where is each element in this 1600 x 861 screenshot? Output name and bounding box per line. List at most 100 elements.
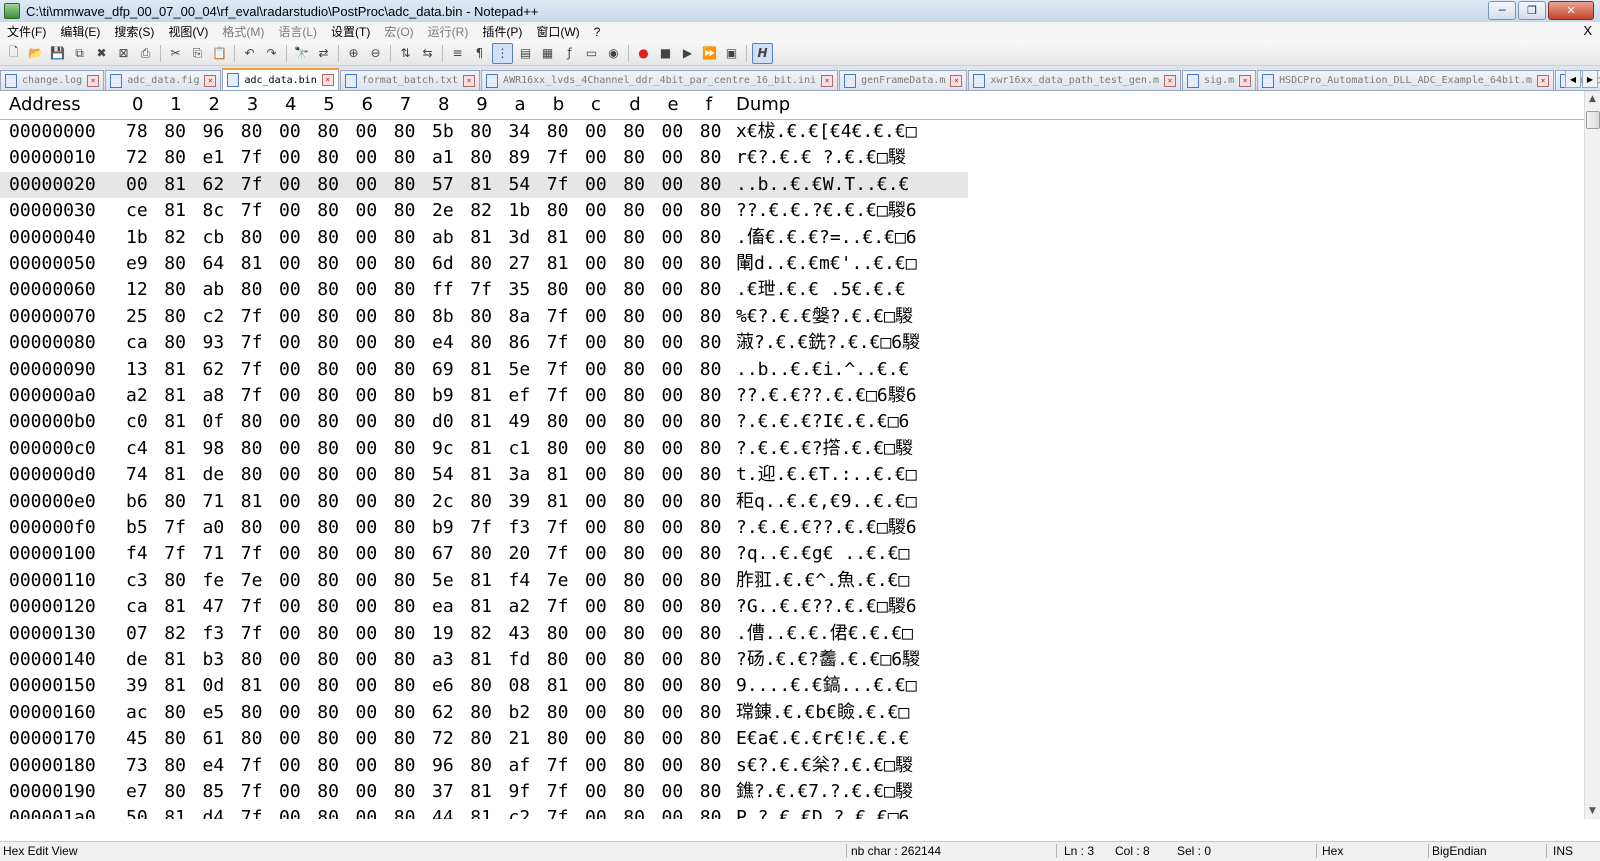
hex-byte[interactable]: 80 (547, 647, 569, 673)
tab-close-icon[interactable]: × (1239, 74, 1252, 87)
hex-byte[interactable]: 80 (241, 409, 263, 435)
hex-byte[interactable]: 80 (394, 383, 416, 409)
hex-byte[interactable]: 00 (279, 436, 301, 462)
ascii-dump[interactable]: .€玴.€.€ .5€.€.€ (736, 277, 948, 303)
hex-byte[interactable]: 80 (547, 726, 569, 752)
hex-byte[interactable]: 50 (126, 805, 148, 819)
indent-guide-icon[interactable]: ⋮ (492, 42, 513, 64)
hex-row[interactable]: 00000060 12 80 ab 80 00 80 00 80 ff 7f 35 80 00 80 00 80… (0, 277, 968, 303)
ascii-dump[interactable]: .傗€.€.€?=..€.€□6 (736, 225, 948, 251)
hex-byte[interactable]: 80 (470, 304, 492, 330)
hex-byte[interactable]: 00 (126, 172, 148, 198)
hex-byte[interactable]: 7f (547, 330, 569, 356)
hex-byte[interactable]: 80 (623, 119, 645, 145)
hex-byte[interactable]: 00 (662, 462, 684, 488)
hex-byte[interactable]: 81 (164, 673, 186, 699)
sync-vertical-icon[interactable]: ⇅ (396, 44, 415, 63)
hex-byte[interactable]: 00 (279, 119, 301, 145)
minimize-button[interactable]: ─ (1488, 1, 1516, 20)
hex-byte[interactable]: 00 (585, 436, 607, 462)
hex-byte[interactable]: 00 (279, 515, 301, 541)
hex-byte[interactable]: 7f (241, 172, 263, 198)
hex-byte[interactable]: 7f (241, 594, 263, 620)
hex-row[interactable]: 00000010 72 80 e1 7f 00 80 00 80 a1 80 89 7f 00 80 00 80… (0, 145, 968, 171)
hex-byte[interactable]: 80 (700, 251, 722, 277)
hex-byte[interactable]: 00 (356, 568, 378, 594)
hex-byte[interactable]: 80 (394, 304, 416, 330)
hex-byte[interactable]: 80 (317, 304, 339, 330)
document-tab[interactable]: sig.m × (1182, 70, 1257, 90)
hex-byte[interactable]: 82 (164, 621, 186, 647)
hex-byte[interactable]: 3a (509, 462, 531, 488)
hex-byte[interactable]: 00 (585, 779, 607, 805)
hex-byte[interactable]: 47 (203, 594, 225, 620)
hex-byte[interactable]: 80 (700, 568, 722, 594)
hex-byte[interactable]: 00 (356, 383, 378, 409)
hex-byte[interactable]: 80 (317, 541, 339, 567)
hex-byte[interactable]: 7f (164, 541, 186, 567)
hex-byte[interactable]: 81 (164, 805, 186, 819)
hex-byte[interactable]: 00 (662, 647, 684, 673)
hex-byte[interactable]: 81 (547, 225, 569, 251)
close-all-icon[interactable]: ⊠ (114, 44, 133, 63)
hex-byte[interactable]: 0d (203, 673, 225, 699)
hex-byte[interactable]: a2 (509, 594, 531, 620)
hex-byte[interactable]: 80 (164, 726, 186, 752)
document-tab[interactable]: xwr16xx_data_path_test_gen.m × (968, 70, 1181, 90)
hex-byte[interactable]: 00 (662, 357, 684, 383)
hex-byte[interactable]: 7e (241, 568, 263, 594)
hex-byte[interactable]: c4 (126, 436, 148, 462)
hex-byte[interactable]: 81 (547, 489, 569, 515)
hex-byte[interactable]: 9f (509, 779, 531, 805)
hex-byte[interactable]: 00 (662, 330, 684, 356)
hex-byte[interactable]: d4 (203, 805, 225, 819)
ascii-dump[interactable]: ?.€.€.€??.€.€□騣6 (736, 515, 948, 541)
ascii-dump[interactable]: 胙羾.€.€^.魚.€.€□ (736, 568, 948, 594)
document-tab[interactable]: genFrameData.m × (839, 70, 968, 90)
hex-byte[interactable]: 7f (547, 805, 569, 819)
play-macro-icon[interactable]: ▶ (678, 44, 697, 63)
save-all-icon[interactable]: ⧉ (70, 44, 89, 63)
hex-byte[interactable]: 21 (509, 726, 531, 752)
menu-item[interactable]: 宏(O) (377, 23, 420, 40)
hex-byte[interactable]: 80 (700, 330, 722, 356)
hex-byte[interactable]: 80 (164, 568, 186, 594)
hex-byte[interactable]: e9 (126, 251, 148, 277)
hex-byte[interactable]: 80 (317, 436, 339, 462)
hex-byte[interactable]: 80 (700, 277, 722, 303)
hex-byte[interactable]: b6 (126, 489, 148, 515)
hex-byte[interactable]: e1 (203, 145, 225, 171)
ascii-dump[interactable]: .傮..€.€.侰€.€.€□ (736, 621, 948, 647)
hex-byte[interactable]: 00 (279, 594, 301, 620)
hex-byte[interactable]: 64 (203, 251, 225, 277)
hex-row[interactable]: 000000e0 b6 80 71 81 00 80 00 80 2c 80 39 81 00 80 00 80… (0, 489, 968, 515)
document-tab[interactable]: adc_data.fig × (105, 70, 222, 90)
close-window-button[interactable]: ✕ (1548, 1, 1594, 20)
hex-byte[interactable]: 00 (279, 541, 301, 567)
hex-byte[interactable]: 80 (700, 515, 722, 541)
hex-byte[interactable]: 80 (394, 251, 416, 277)
find-icon[interactable]: 🔭 (292, 44, 311, 63)
hex-byte[interactable]: 00 (585, 462, 607, 488)
hex-byte[interactable]: 00 (585, 489, 607, 515)
hex-byte[interactable]: 81 (470, 383, 492, 409)
hex-byte[interactable]: 80 (623, 779, 645, 805)
redo-icon[interactable]: ↷ (262, 44, 281, 63)
hex-byte[interactable]: 00 (279, 805, 301, 819)
hex-byte[interactable]: a2 (126, 383, 148, 409)
hex-byte[interactable]: 80 (470, 330, 492, 356)
hex-row[interactable]: 00000150 39 81 0d 81 00 80 00 80 e6 80 08 81 00 80 00 80… (0, 673, 968, 699)
hex-byte[interactable]: 00 (356, 700, 378, 726)
hex-byte[interactable]: 80 (700, 647, 722, 673)
hex-byte[interactable]: 00 (356, 594, 378, 620)
hex-row[interactable]: 00000160 ac 80 e5 80 00 80 00 80 62 80 b2 80 00 80 00 80… (0, 700, 968, 726)
hex-byte[interactable]: 80 (623, 673, 645, 699)
hex-byte[interactable]: 80 (317, 779, 339, 805)
hex-byte[interactable]: 80 (547, 198, 569, 224)
hex-byte[interactable]: 07 (126, 621, 148, 647)
hex-byte[interactable]: 80 (394, 172, 416, 198)
hex-byte[interactable]: 25 (126, 304, 148, 330)
hex-byte[interactable]: 80 (700, 357, 722, 383)
hex-byte[interactable]: 00 (662, 172, 684, 198)
hex-byte[interactable]: 80 (700, 198, 722, 224)
